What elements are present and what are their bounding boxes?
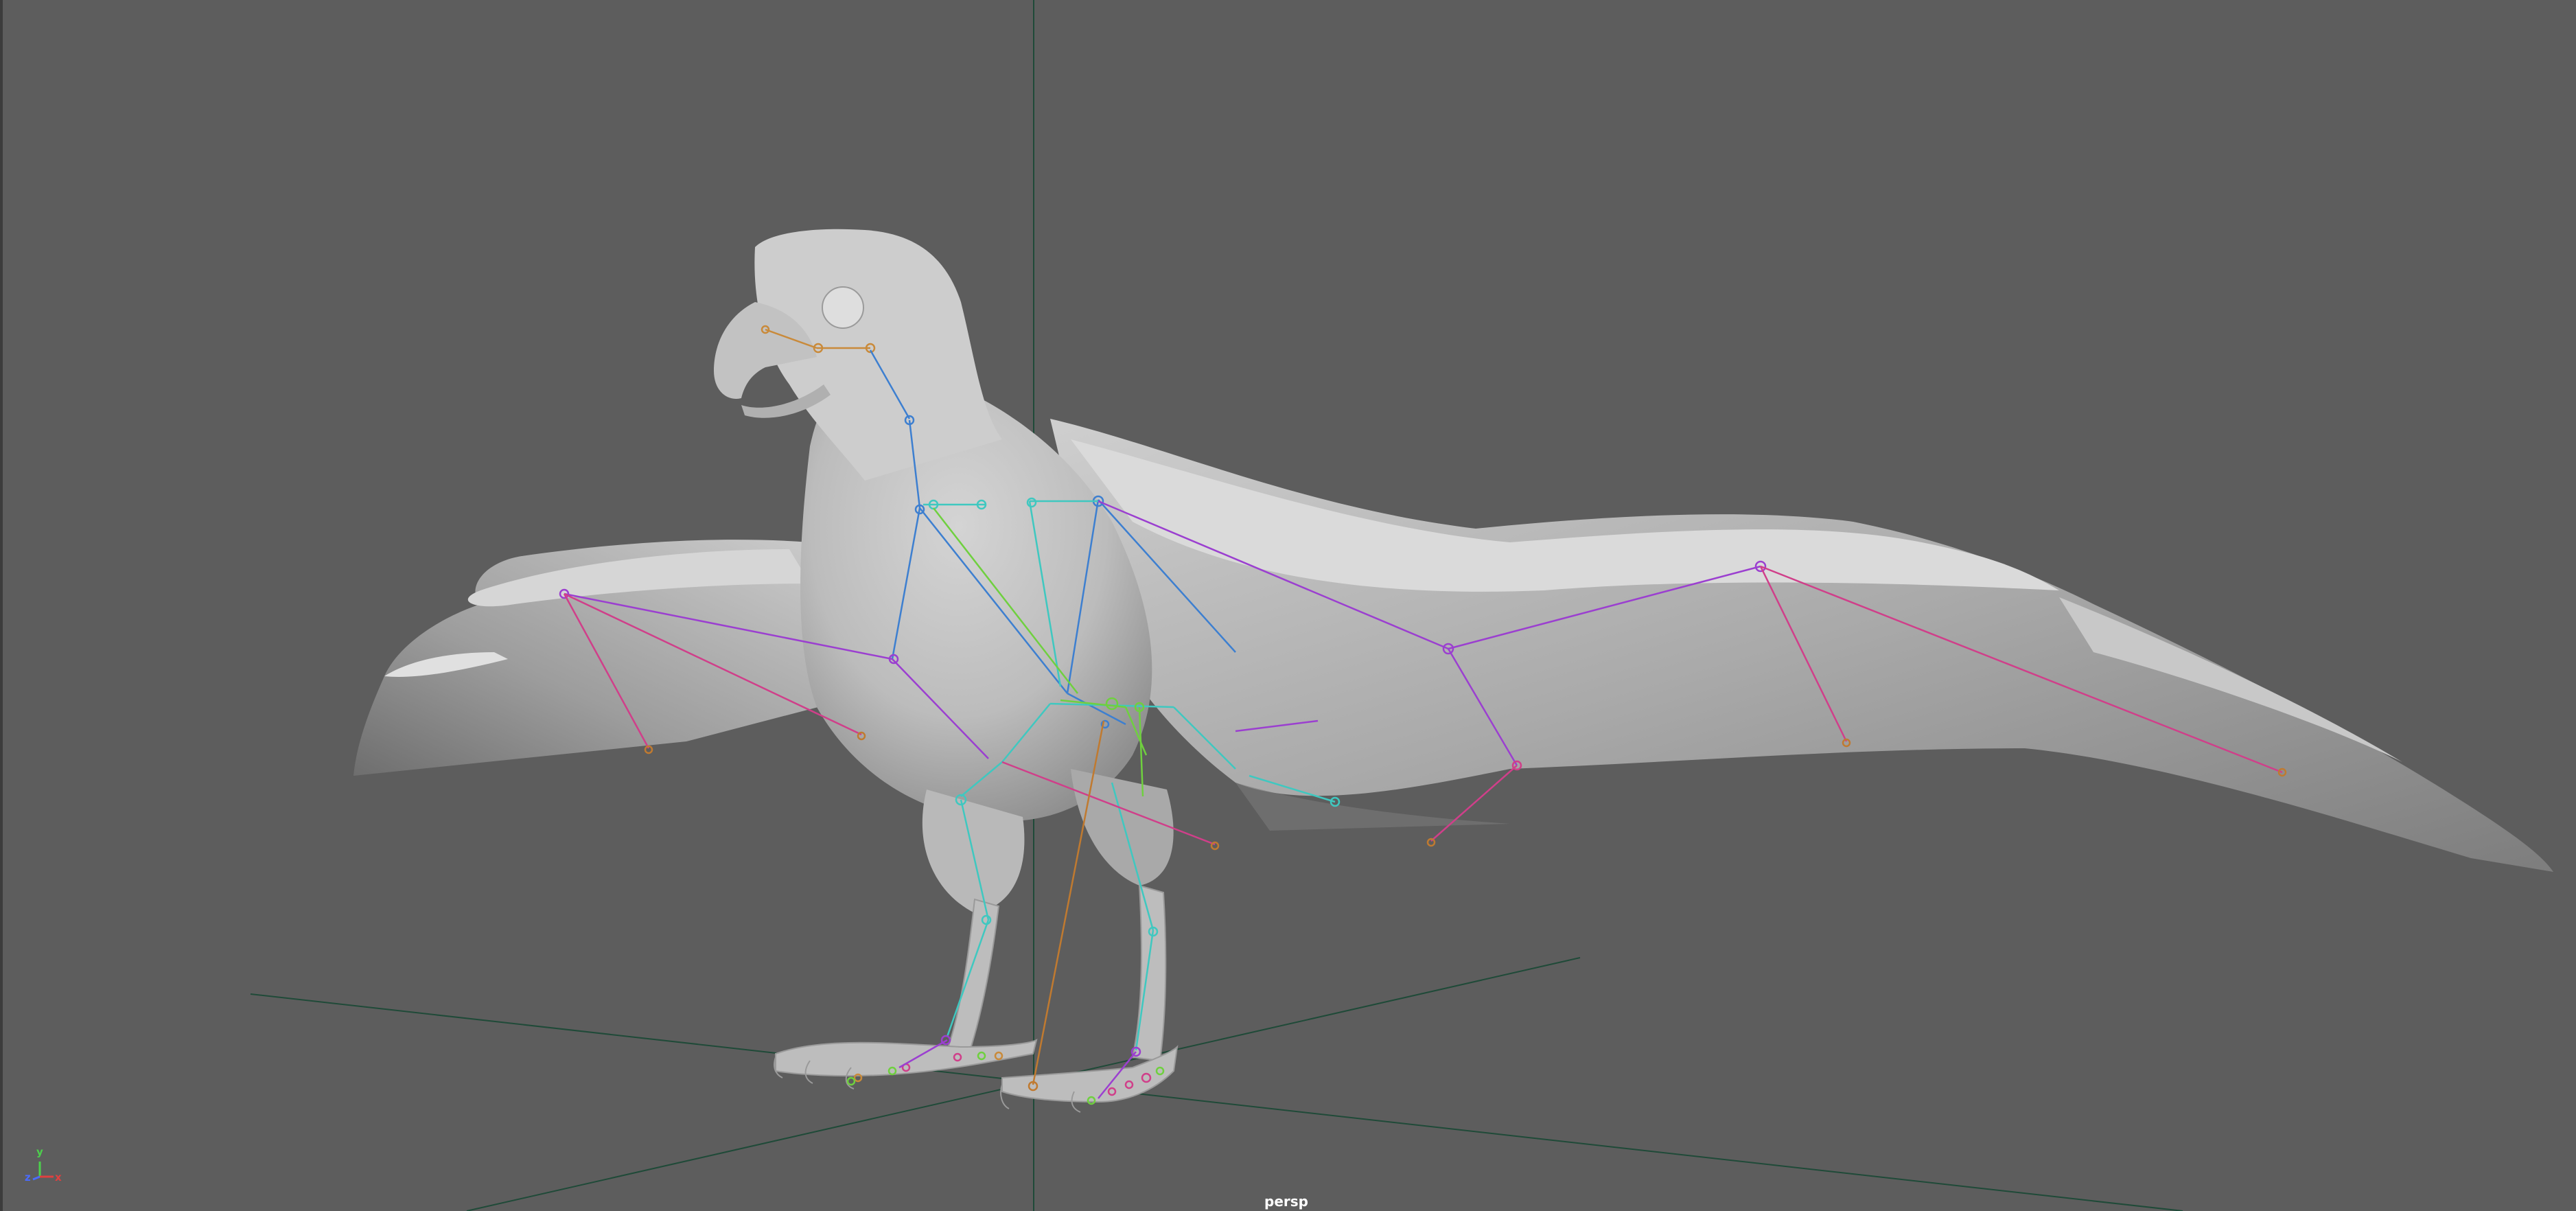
eagle-head-mesh [714, 229, 1002, 481]
axis-x-label: x [55, 1171, 62, 1184]
camera-name-label: persp [1264, 1193, 1308, 1210]
legs-mesh [774, 884, 1179, 1113]
axis-gizmo [32, 1162, 54, 1181]
axis-z-label: z [25, 1171, 31, 1184]
3d-viewport-persp[interactable]: y z x persp [0, 0, 2576, 1211]
scene-canvas[interactable] [0, 0, 2576, 1211]
right-wing-mesh [1050, 419, 2553, 872]
axis-y-label: y [36, 1146, 43, 1158]
